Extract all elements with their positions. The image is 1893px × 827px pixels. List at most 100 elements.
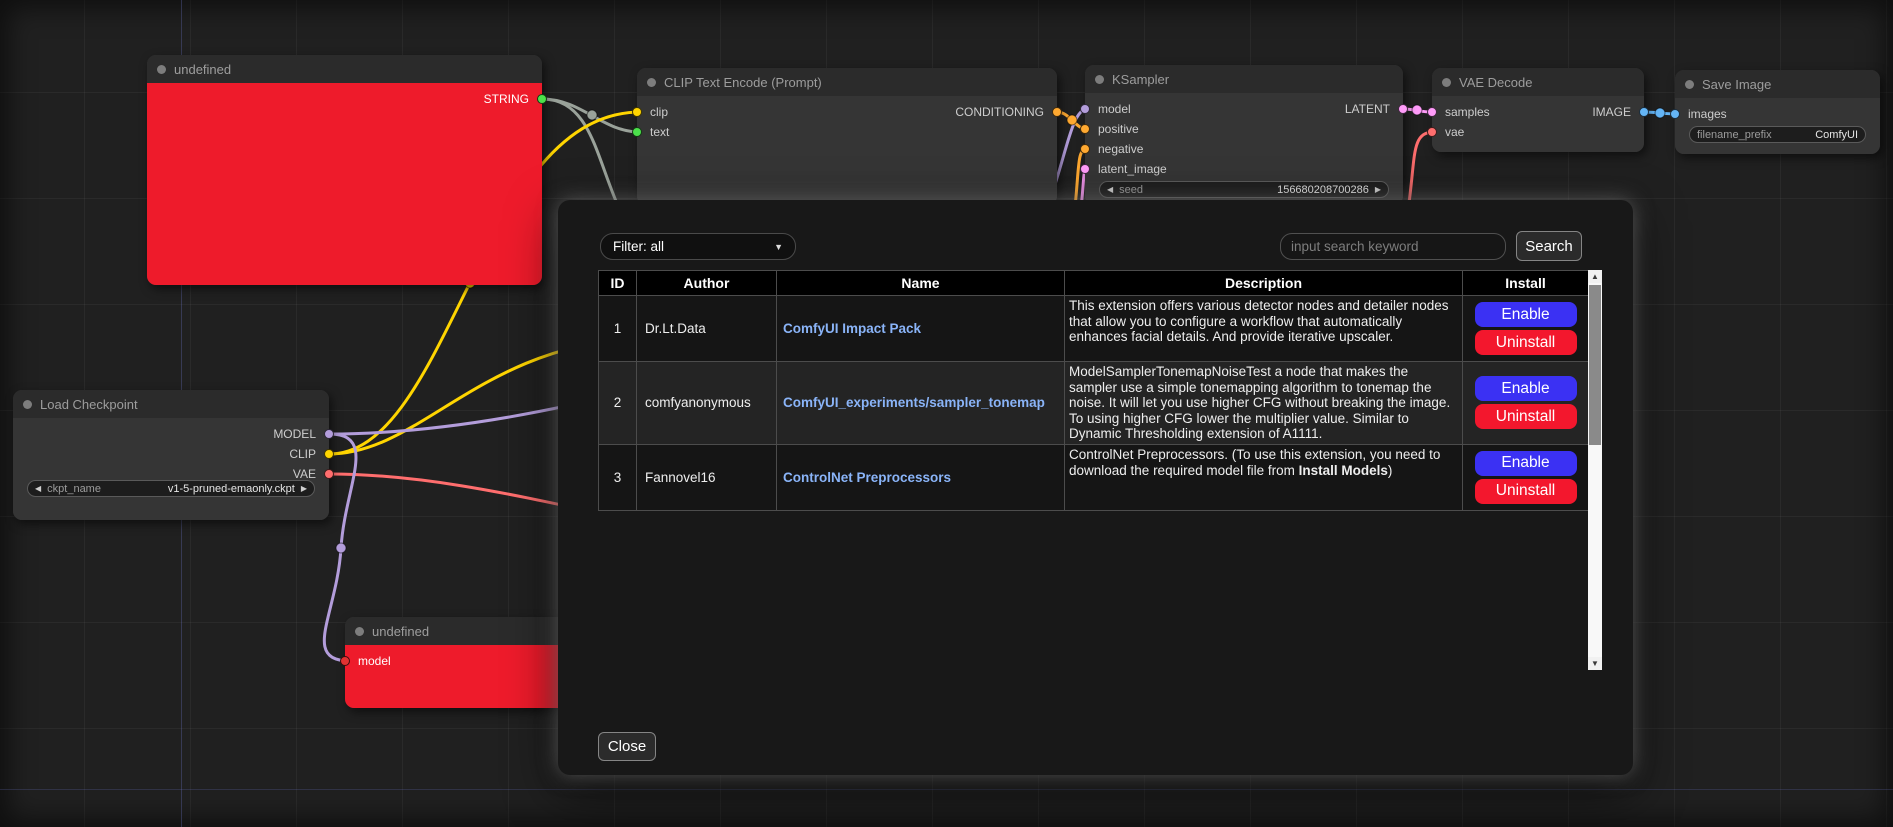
collapse-dot-icon[interactable] bbox=[157, 65, 166, 74]
header-id: ID bbox=[599, 271, 637, 296]
increment-arrow-icon[interactable]: ▶ bbox=[1375, 186, 1381, 194]
node-undefined-top[interactable]: undefined STRING bbox=[147, 55, 542, 285]
slot-label: text bbox=[650, 125, 669, 139]
input-dot-vae[interactable] bbox=[1427, 127, 1437, 137]
output-dot-model[interactable] bbox=[324, 429, 334, 439]
cell-author: Fannovel16 bbox=[637, 444, 777, 510]
scrollbar-down-arrow-icon[interactable]: ▼ bbox=[1588, 657, 1602, 670]
extension-link[interactable]: ComfyUI Impact Pack bbox=[783, 321, 921, 336]
enable-button[interactable]: Enable bbox=[1475, 302, 1577, 327]
table-scrollbar[interactable]: ▲ ▼ bbox=[1588, 270, 1602, 670]
extensions-table: ID Author Name Description Install 1 Dr.… bbox=[598, 270, 1589, 511]
uninstall-button[interactable]: Uninstall bbox=[1475, 404, 1577, 429]
collapse-dot-icon[interactable] bbox=[1685, 80, 1694, 89]
node-title-bar[interactable]: Load Checkpoint bbox=[13, 390, 329, 418]
filename-prefix-widget[interactable]: filename_prefix ComfyUI bbox=[1689, 126, 1866, 143]
collapse-dot-icon[interactable] bbox=[1095, 75, 1104, 84]
output-dot-image[interactable] bbox=[1639, 107, 1649, 117]
output-slot-latent[interactable]: LATENT bbox=[1085, 101, 1403, 117]
input-slot-images[interactable]: images bbox=[1675, 106, 1880, 122]
node-save-image[interactable]: Save Image images filename_prefix ComfyU… bbox=[1675, 70, 1880, 154]
input-slot-latent-image[interactable]: latent_image bbox=[1085, 161, 1403, 177]
input-slot-negative[interactable]: negative bbox=[1085, 141, 1403, 157]
widget-name: seed bbox=[1119, 184, 1143, 196]
input-dot-text[interactable] bbox=[632, 127, 642, 137]
output-slot-image[interactable]: IMAGE bbox=[1432, 104, 1644, 120]
node-title-bar[interactable]: undefined bbox=[147, 55, 542, 83]
output-dot-conditioning[interactable] bbox=[1052, 107, 1062, 117]
cell-install: Enable Uninstall bbox=[1463, 362, 1589, 445]
input-dot-model[interactable] bbox=[340, 656, 350, 666]
slot-label: negative bbox=[1098, 142, 1143, 156]
scrollbar-up-arrow-icon[interactable]: ▲ bbox=[1588, 270, 1602, 283]
uninstall-button[interactable]: Uninstall bbox=[1475, 330, 1577, 355]
cell-description: This extension offers various detector n… bbox=[1065, 296, 1463, 362]
node-title-bar[interactable]: KSampler bbox=[1085, 65, 1403, 93]
slot-label: IMAGE bbox=[1592, 105, 1631, 119]
node-body: STRING bbox=[147, 83, 542, 285]
search-button[interactable]: Search bbox=[1516, 231, 1582, 261]
output-dot-clip[interactable] bbox=[324, 449, 334, 459]
description-text: ) bbox=[1388, 463, 1393, 478]
widget-name: ckpt_name bbox=[47, 483, 101, 495]
node-title: Load Checkpoint bbox=[40, 397, 138, 412]
input-slot-vae[interactable]: vae bbox=[1432, 124, 1644, 140]
link-dot bbox=[1655, 108, 1665, 118]
node-clip-text-encode[interactable]: CLIP Text Encode (Prompt) clip text COND… bbox=[637, 68, 1057, 205]
node-body: images filename_prefix ComfyUI bbox=[1675, 98, 1880, 154]
widget-name: filename_prefix bbox=[1697, 129, 1772, 141]
node-body: MODEL CLIP VAE ◀ ckpt_name v1-5-pruned-e… bbox=[13, 418, 329, 520]
extension-link[interactable]: ControlNet Preprocessors bbox=[783, 470, 951, 485]
input-dot-latent-image[interactable] bbox=[1080, 164, 1090, 174]
collapse-dot-icon[interactable] bbox=[355, 627, 364, 636]
slot-label: MODEL bbox=[273, 427, 316, 441]
slot-label: LATENT bbox=[1345, 102, 1390, 116]
output-slot-clip[interactable]: CLIP bbox=[13, 446, 329, 462]
filter-select[interactable]: Filter: all ▼ bbox=[600, 233, 796, 260]
close-button[interactable]: Close bbox=[598, 732, 656, 761]
output-dot-vae[interactable] bbox=[324, 469, 334, 479]
decrement-arrow-icon[interactable]: ◀ bbox=[1107, 186, 1113, 194]
enable-button[interactable]: Enable bbox=[1475, 451, 1577, 476]
output-slot-string[interactable]: STRING bbox=[147, 91, 542, 107]
seed-widget[interactable]: ◀ seed 156680208700286 ▶ bbox=[1099, 181, 1389, 198]
node-title: undefined bbox=[372, 624, 429, 639]
input-slot-text[interactable]: text bbox=[637, 124, 1057, 140]
scrollbar-thumb[interactable] bbox=[1589, 285, 1601, 445]
cell-id: 2 bbox=[599, 362, 637, 445]
uninstall-button[interactable]: Uninstall bbox=[1475, 479, 1577, 504]
input-dot-images[interactable] bbox=[1670, 109, 1680, 119]
output-slot-model[interactable]: MODEL bbox=[13, 426, 329, 442]
filter-selected-value: Filter: all bbox=[613, 239, 664, 254]
node-load-checkpoint[interactable]: Load Checkpoint MODEL CLIP VAE ◀ ckpt_na… bbox=[13, 390, 329, 520]
node-ksampler[interactable]: KSampler model positive negative latent_… bbox=[1085, 65, 1403, 205]
slot-label: STRING bbox=[484, 92, 529, 106]
table-row: 2 comfyanonymous ComfyUI_experiments/sam… bbox=[599, 362, 1589, 445]
caret-down-icon: ▼ bbox=[774, 242, 783, 252]
link-dot bbox=[336, 543, 346, 553]
output-slot-conditioning[interactable]: CONDITIONING bbox=[637, 104, 1057, 120]
input-slot-positive[interactable]: positive bbox=[1085, 121, 1403, 137]
collapse-dot-icon[interactable] bbox=[23, 400, 32, 409]
node-title-bar[interactable]: VAE Decode bbox=[1432, 68, 1644, 96]
input-dot-negative[interactable] bbox=[1080, 144, 1090, 154]
node-title-bar[interactable]: Save Image bbox=[1675, 70, 1880, 98]
collapse-dot-icon[interactable] bbox=[647, 78, 656, 87]
search-input[interactable] bbox=[1280, 233, 1506, 260]
slot-label: CLIP bbox=[289, 447, 316, 461]
node-vae-decode[interactable]: VAE Decode samples vae IMAGE bbox=[1432, 68, 1644, 152]
output-dot-latent[interactable] bbox=[1398, 104, 1408, 114]
slot-label: VAE bbox=[293, 467, 316, 481]
extension-link[interactable]: ComfyUI_experiments/sampler_tonemap bbox=[783, 395, 1045, 410]
cell-author: comfyanonymous bbox=[637, 362, 777, 445]
slot-label: CONDITIONING bbox=[955, 105, 1044, 119]
cell-id: 1 bbox=[599, 296, 637, 362]
ckpt-name-widget[interactable]: ◀ ckpt_name v1-5-pruned-emaonly.ckpt ▶ bbox=[27, 480, 315, 497]
node-title-bar[interactable]: CLIP Text Encode (Prompt) bbox=[637, 68, 1057, 96]
input-dot-positive[interactable] bbox=[1080, 124, 1090, 134]
output-dot-string[interactable] bbox=[537, 94, 547, 104]
increment-arrow-icon[interactable]: ▶ bbox=[301, 485, 307, 493]
enable-button[interactable]: Enable bbox=[1475, 376, 1577, 401]
decrement-arrow-icon[interactable]: ◀ bbox=[35, 485, 41, 493]
collapse-dot-icon[interactable] bbox=[1442, 78, 1451, 87]
